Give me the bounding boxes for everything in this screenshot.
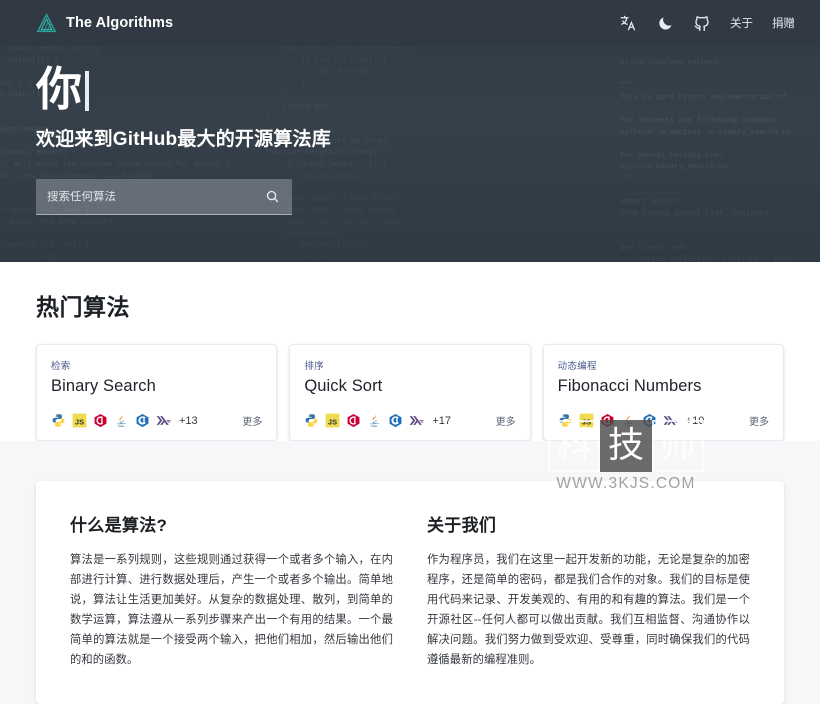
language-icons: JS <box>51 413 171 428</box>
hero-title: 你 <box>36 60 820 118</box>
nav-items: 关于 捐赠 <box>618 13 796 33</box>
python-icon <box>559 414 572 427</box>
popular-algorithms-section: 热门算法 检索 Binary Search JS +13 更多 排序 Quick… <box>0 262 820 441</box>
search-button[interactable] <box>260 185 284 209</box>
ruby-icon <box>347 413 360 428</box>
language-icons: JS <box>304 413 424 428</box>
hero-title-text: 你 <box>36 63 82 115</box>
card-more-link[interactable]: 更多 <box>749 413 769 428</box>
svg-text:JS: JS <box>75 417 84 426</box>
brand-name: The Algorithms <box>66 15 174 31</box>
info-column-what-is-algorithm: 什么是算法? 算法是一系列规则，这些规则通过获得一个或者多个输入，在内部进行计算… <box>70 511 393 670</box>
top-navigation-bar: The Algorithms 关于 捐赠 <box>0 0 820 46</box>
card-more-link[interactable]: 更多 <box>242 413 262 428</box>
algorithm-card-fibonacci-numbers[interactable]: 动态编程 Fibonacci Numbers JS +10 更多 <box>542 344 784 441</box>
haskell-icon <box>663 416 677 425</box>
svg-text:JS: JS <box>582 417 591 426</box>
algorithm-card-binary-search[interactable]: 检索 Binary Search JS +13 更多 <box>36 344 278 441</box>
ruby-icon <box>601 413 614 428</box>
info-heading: 什么是算法? <box>70 516 168 535</box>
typing-caret <box>85 71 89 111</box>
hero-banner: coins.length; i++) { coins[i]) { int j =… <box>0 0 820 262</box>
dark-mode-moon-icon[interactable] <box>655 13 675 33</box>
c-language-icon <box>643 413 656 428</box>
extra-language-count: +13 <box>179 414 198 427</box>
search-bar[interactable] <box>36 179 292 215</box>
ruby-icon <box>94 413 107 428</box>
card-category: 排序 <box>304 361 324 372</box>
java-icon <box>623 414 634 427</box>
nav-link-donate[interactable]: 捐赠 <box>771 13 796 33</box>
search-icon <box>266 190 278 203</box>
hero-subtitle: 欢迎来到GitHub最大的开源算法库 <box>36 129 331 150</box>
info-column-about-us: 关于我们 作为程序员，我们在这里一起开发新的功能，无论是复杂的加密程序，还是简单… <box>427 511 750 670</box>
algorithms-triangle-logo-icon <box>36 12 57 32</box>
java-icon <box>117 414 127 427</box>
algorithm-card-list: 检索 Binary Search JS +13 更多 排序 Quick Sort <box>36 344 784 441</box>
extra-language-count: +10 <box>685 414 705 427</box>
card-footer: JS +10 更多 <box>558 413 769 428</box>
extra-language-count: +17 <box>432 414 451 427</box>
card-title: Binary Search <box>51 377 156 395</box>
javascript-icon: JS <box>325 413 340 428</box>
card-footer: JS +17 更多 <box>304 413 516 428</box>
brand-home-link[interactable]: The Algorithms <box>36 12 174 34</box>
github-icon[interactable] <box>692 13 712 33</box>
card-title: Fibonacci Numbers <box>557 377 702 395</box>
card-more-link[interactable]: 更多 <box>496 413 516 428</box>
card-category: 检索 <box>51 361 71 372</box>
page-title: 热门算法 <box>36 294 130 320</box>
algorithm-card-quick-sort[interactable]: 排序 Quick Sort JS +17 更多 <box>289 344 531 441</box>
javascript-icon: JS <box>579 413 594 428</box>
java-icon <box>370 414 380 427</box>
card-footer: JS +13 更多 <box>51 413 262 428</box>
nav-link-about[interactable]: 关于 <box>729 13 754 33</box>
python-icon <box>305 414 318 427</box>
card-title: Quick Sort <box>304 377 383 395</box>
language-icons: JS <box>558 413 678 428</box>
c-language-icon <box>136 413 149 428</box>
c-language-icon <box>389 413 402 428</box>
python-icon <box>52 414 65 427</box>
svg-text:JS: JS <box>328 417 337 426</box>
javascript-icon: JS <box>72 413 87 428</box>
hero-content: 你 欢迎来到GitHub最大的开源算法库 <box>0 46 820 215</box>
info-paragraph: 作为程序员，我们在这里一起开发新的功能，无论是复杂的加密程序，还是简单的密码，都… <box>427 554 750 666</box>
haskell-icon <box>409 416 424 425</box>
search-input[interactable] <box>47 190 260 203</box>
info-section: 什么是算法? 算法是一系列规则，这些规则通过获得一个或者多个输入，在内部进行计算… <box>0 441 820 704</box>
card-category: 动态编程 <box>557 361 597 372</box>
info-paragraph: 算法是一系列规则，这些规则通过获得一个或者多个输入，在内部进行计算、进行数据处理… <box>70 554 393 666</box>
info-panel: 什么是算法? 算法是一系列规则，这些规则通过获得一个或者多个输入，在内部进行计算… <box>36 481 784 704</box>
info-heading: 关于我们 <box>427 516 497 535</box>
translate-icon[interactable] <box>618 13 638 33</box>
haskell-icon <box>156 416 171 425</box>
